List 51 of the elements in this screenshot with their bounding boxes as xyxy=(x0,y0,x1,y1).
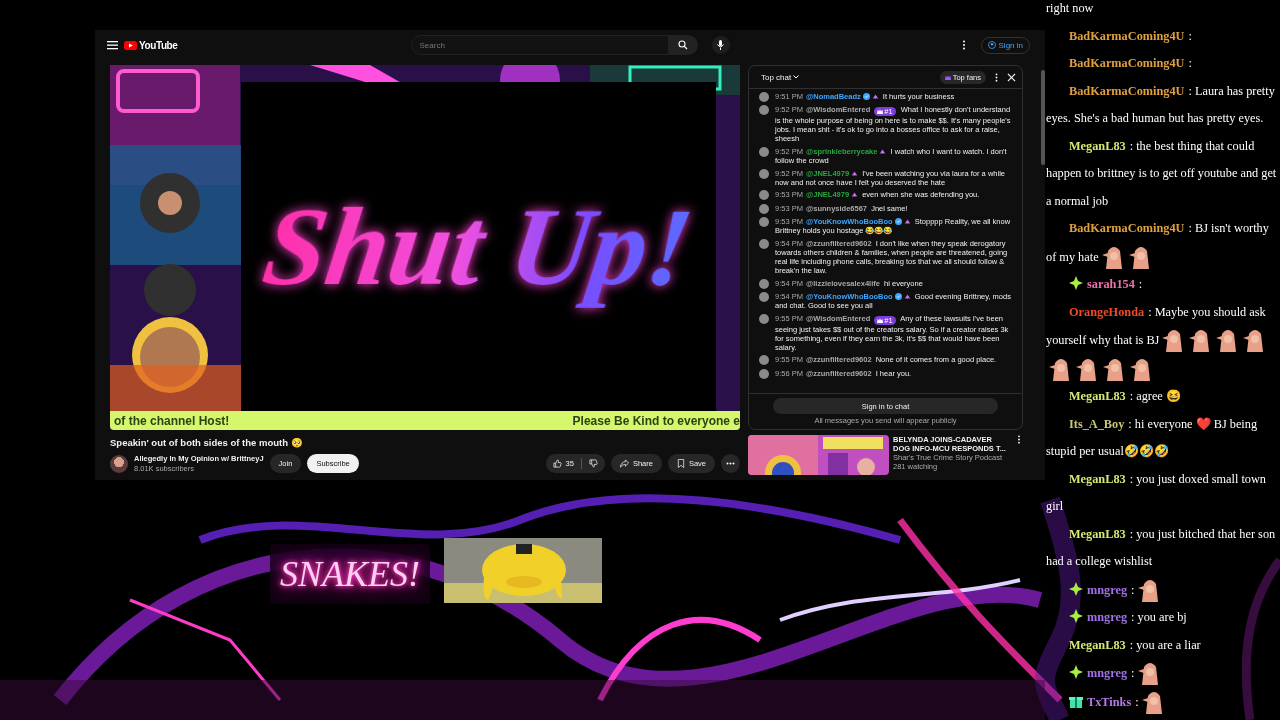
avatar-icon xyxy=(759,203,769,214)
search-button[interactable] xyxy=(668,35,698,55)
avatar-icon xyxy=(759,105,769,116)
microphone-icon xyxy=(717,40,724,50)
logo-text[interactable]: YouTube xyxy=(139,39,178,51)
avatar-icon xyxy=(759,91,769,102)
thumbs-up-icon xyxy=(552,459,562,468)
crown-icon xyxy=(877,109,884,115)
channel-avatar[interactable] xyxy=(110,454,128,473)
chat-message: OrangeHonda : Maybe you should ask yourself why that is BJ xyxy=(1046,298,1280,383)
crown-icon xyxy=(877,317,884,323)
ticker-text: of the channel Host! xyxy=(114,413,230,428)
chat-message: Its_A_Boy : hi everyone ❤ BJ being stupid per usual🤣🤣🤣 xyxy=(1046,415,1259,460)
avatar-icon xyxy=(759,292,769,303)
bookmark-icon xyxy=(676,459,685,468)
search-field[interactable]: Search xyxy=(410,35,669,55)
crown-icon xyxy=(944,74,951,80)
search-icon xyxy=(678,40,688,50)
share-icon xyxy=(619,459,629,468)
chat-message: BadKarmaComing4U : xyxy=(1068,55,1193,72)
avatar-icon xyxy=(759,313,769,324)
chat-message: BadKarmaComing4U : Laura has pretty eyes. She's a bad human but has pretty eyes. xyxy=(1046,82,1276,127)
avatar-icon xyxy=(759,190,769,201)
chat-message: sarah154 : xyxy=(1046,271,1280,299)
ticker-text: Please Be Kind to everyone e xyxy=(572,413,740,428)
more-button[interactable] xyxy=(721,454,740,473)
thumbs-down-icon xyxy=(588,459,598,468)
avatar-icon xyxy=(759,147,769,157)
more-icon[interactable] xyxy=(1015,435,1023,444)
avatar-icon xyxy=(759,278,769,289)
scrollbar[interactable] xyxy=(1041,70,1045,165)
chat-message: BadKarmaComing4U : BJ isn't worthy of my hate xyxy=(1046,215,1280,271)
chat-message: right now xyxy=(1046,0,1095,17)
play-logo-icon[interactable] xyxy=(124,40,137,50)
chat-message: MeganL83 : the best thing that could happen to brittney is to get off youtube and get a normal job xyxy=(1046,137,1278,210)
caret-icon xyxy=(793,75,800,79)
avatar-icon xyxy=(759,217,769,228)
sparkle-icon xyxy=(1069,276,1083,290)
avatar-icon xyxy=(759,238,769,249)
avatar-icon xyxy=(759,355,769,366)
microphone-button[interactable] xyxy=(711,36,730,54)
more-icon xyxy=(726,462,735,465)
video-title: Speakin' out of both sides of the mouth 🥺 xyxy=(110,437,304,448)
chat-message: MeganL83 : agree 😆 xyxy=(1068,388,1182,405)
chat-mode-dropdown[interactable]: Top chat xyxy=(761,72,800,82)
avatar-icon xyxy=(759,368,769,379)
chat-message: BadKarmaComing4U : xyxy=(1068,27,1193,45)
person-icon xyxy=(987,41,996,49)
close-icon[interactable] xyxy=(1007,72,1016,82)
avatar-icon xyxy=(759,168,769,179)
menu-icon[interactable] xyxy=(107,40,118,50)
